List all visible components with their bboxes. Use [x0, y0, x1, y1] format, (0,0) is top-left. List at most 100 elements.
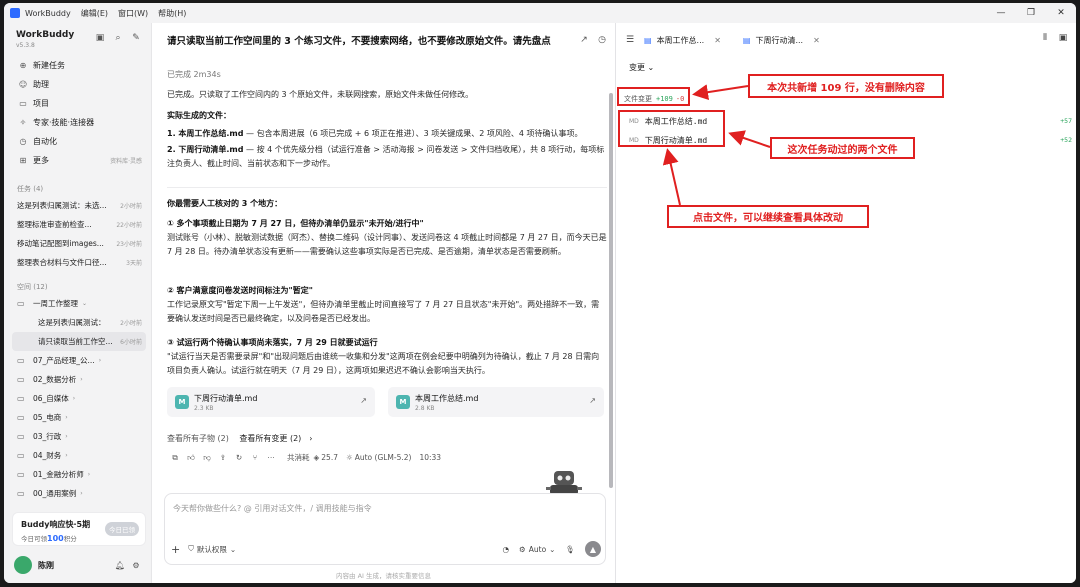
chevron-right-icon: › — [72, 395, 76, 402]
share-icon[interactable]: ↗ — [575, 35, 593, 45]
search-icon[interactable]: ⌕ — [109, 33, 127, 43]
folder-icon: ▭ — [17, 489, 25, 498]
panel-toggle-icon[interactable]: ▣ — [1054, 33, 1072, 43]
nav-new-task[interactable]: ⊕ 新建任务 — [12, 56, 146, 75]
space-folder[interactable]: ▭ 01_金融分析师 › — [12, 465, 146, 484]
nav-experts[interactable]: ✧ 专家·技能·连接器 — [12, 113, 146, 132]
space-folder[interactable]: ▭ 04_财务 › — [12, 446, 146, 465]
changes-dropdown[interactable]: 变更 ⌄ — [629, 62, 654, 73]
sidebar-toggle-icon[interactable]: ▣ — [91, 33, 109, 43]
task-item[interactable]: 整理标准审查前检查... 22小时前 — [12, 215, 146, 234]
file-icon: ▤ — [742, 35, 751, 45]
minimize-icon[interactable]: — — [986, 3, 1016, 23]
file-card[interactable]: M 下周行动清单.md 2.3 KB ↗ — [167, 387, 375, 417]
result-links: 查看所有子物 (2) 查看所有变更 (2) › — [167, 433, 321, 444]
tab-weekly-summary[interactable]: ▤ 本周工作总... ✕ — [644, 35, 721, 46]
close-icon[interactable]: ✕ — [1046, 3, 1076, 23]
generated-item-2: 2. 下周行动清单.md — 按 4 个优先级分档（试运行准备 > 活动海报 >… — [167, 143, 607, 171]
callout-two-files: 这次任务动过的两个文件 — [770, 137, 915, 159]
space-folder[interactable]: ▭ 00_通用案例 › — [12, 484, 146, 503]
mode-select[interactable]: Auto — [529, 545, 546, 554]
task-title: 整理表合材料与文件口径... — [17, 258, 107, 267]
sidebar: WorkBuddy v5.3.8 ▣ ⌕ ✎ ⊕ 新建任务 ☺ 助理 ▭ 项目 ✧ 专家… — [4, 23, 152, 583]
promo-desc-suffix: 积分 — [63, 535, 77, 543]
space-title: 07_产品经理_公... — [33, 356, 95, 365]
generated-item-1: 1. 本周工作总结.md — 包含本周进展（6 项已完成 + 6 项正在推进）、… — [167, 127, 607, 141]
clock-icon: ◷ — [19, 137, 27, 146]
menu-window[interactable]: 窗口(W) — [118, 8, 148, 19]
tab-label: 本周工作总... — [656, 35, 705, 45]
close-tab-icon[interactable]: ✕ — [813, 36, 820, 45]
bell-icon[interactable]: 🔔︎ — [112, 561, 128, 570]
nav-more[interactable]: ⊞ 更多 资料库·灵感 — [12, 151, 146, 170]
microphone-icon[interactable]: 🎙︎ — [565, 545, 575, 554]
view-children-link[interactable]: 查看所有子物 (2) — [167, 434, 229, 443]
task-status: 已完成 2m34s — [167, 70, 221, 79]
chat-input-box[interactable]: 今天帮你做些什么? @ 引用对话文件，/ 调用技能与指令 + ⛉ 默认权限 ⌄ … — [164, 493, 606, 565]
avatar[interactable] — [14, 556, 32, 574]
spaces-header: 空间 (12) — [17, 283, 48, 291]
task-item[interactable]: 整理表合材料与文件口径... 3天前 — [12, 253, 146, 272]
menu-help[interactable]: 帮助(H) — [158, 8, 186, 19]
model-icon: ☼ — [345, 453, 353, 462]
nav-projects[interactable]: ▭ 项目 — [12, 94, 146, 113]
check-1-title: ① 多个事项截止日期为 7 月 27 日，但待办清单仍显示"未开始/进行中" — [167, 219, 424, 228]
nav-automation[interactable]: ◷ 自动化 — [12, 132, 146, 151]
chat-input[interactable]: 今天帮你做些什么? @ 引用对话文件，/ 调用技能与指令 — [173, 503, 372, 514]
space-task-active[interactable]: 请只读取当前工作空... 6小时前 — [12, 332, 146, 351]
permission-select[interactable]: 默认权限 — [197, 544, 227, 555]
view-changes-link[interactable]: 查看所有变更 (2) — [239, 434, 301, 443]
file-name: 本周工作总结.md — [415, 394, 479, 403]
space-title: 06_自媒体 — [33, 394, 69, 403]
thumbs-up-icon[interactable]: 👍︎ — [183, 453, 199, 463]
space-title: 请只读取当前工作空... — [38, 337, 113, 346]
space-folder[interactable]: ▭ 02_数据分析 › — [12, 370, 146, 389]
compose-icon[interactable]: ✎ — [127, 33, 145, 43]
space-folder[interactable]: ▭ 07_产品经理_公... › — [12, 351, 146, 370]
add-attachment-icon[interactable]: + — [171, 543, 180, 556]
open-external-icon[interactable]: ↗ — [360, 396, 367, 405]
copy-icon[interactable]: ⧉ — [167, 453, 183, 463]
space-folder[interactable]: ▭ 06_自媒体 › — [12, 389, 146, 408]
split-view-icon[interactable]: ⫴ — [1036, 33, 1054, 43]
gear-icon[interactable]: ⚙ — [128, 561, 144, 570]
tab-next-week-actions[interactable]: ▤ 下周行动清... ✕ — [743, 35, 820, 46]
nav-assistant[interactable]: ☺ 助理 — [12, 75, 146, 94]
nav-label: 更多 — [33, 156, 49, 165]
task-item[interactable]: 这是列表归属测试：未选... 2小时前 — [12, 196, 146, 215]
message-meta: ⧉ 👍︎ 👎︎ ⇪ ↻ ⑂ ⋯ 共消耗 ◈ 25.7 ☼ Auto (GLM-5… — [167, 452, 441, 463]
changes-panel: ☰ ▤ 本周工作总... ✕ ▤ 下周行动清... ✕ ⫴ ▣ 变更 ⌄ 文件变… — [615, 23, 1076, 583]
close-tab-icon[interactable]: ✕ — [714, 36, 721, 45]
generated-header: 实际生成的文件： — [167, 111, 231, 120]
check-3-title: ③ 试运行两个待确认事项尚未落实，7 月 29 日就要试运行 — [167, 338, 378, 347]
file-icon: ▤ — [644, 35, 652, 45]
nav-label: 专家·技能·连接器 — [33, 118, 95, 127]
send-button[interactable]: ▲ — [585, 541, 601, 557]
changes-label: 变更 — [629, 63, 645, 72]
nav-label: 助理 — [33, 80, 49, 89]
list-icon[interactable]: ☰ — [616, 35, 644, 45]
history-icon[interactable]: ◷ — [593, 35, 611, 45]
share-icon[interactable]: ⇪ — [215, 453, 231, 462]
task-title: 整理标准审查前检查... — [17, 220, 92, 229]
thumbs-down-icon[interactable]: 👎︎ — [199, 453, 215, 463]
chat-scrollbar[interactable] — [609, 93, 613, 488]
task-item[interactable]: 移动笔记配图到images... 23小时前 — [12, 234, 146, 253]
loading-icon: ◔ — [502, 544, 510, 554]
promo-claim-button[interactable]: 今日已领 — [105, 522, 139, 536]
user-icons: 🔔︎ ⚙ — [112, 561, 144, 570]
retry-icon[interactable]: ↻ — [231, 453, 247, 462]
branch-icon[interactable]: ⑂ — [247, 453, 263, 462]
file-card[interactable]: M 本周工作总结.md 2.8 KB ↗ — [388, 387, 604, 417]
user-name: 陈刚 — [38, 560, 54, 570]
space-folder[interactable]: ▭ 05_电商 › — [12, 408, 146, 427]
menu-edit[interactable]: 编辑(E) — [81, 8, 108, 19]
file-size: 2.8 KB — [415, 405, 435, 412]
space-folder[interactable]: ▭ 一周工作整理 ⌄ — [12, 294, 146, 313]
open-external-icon[interactable]: ↗ — [589, 396, 596, 405]
space-task[interactable]: 这是列表归属测试： 2小时前 — [12, 313, 146, 332]
more-icon[interactable]: ⋯ — [263, 453, 279, 462]
space-folder[interactable]: ▭ 03_行政 › — [12, 427, 146, 446]
restore-icon[interactable]: ❐ — [1016, 3, 1046, 23]
panel-right-icons: ⫴ ▣ — [1036, 33, 1072, 43]
